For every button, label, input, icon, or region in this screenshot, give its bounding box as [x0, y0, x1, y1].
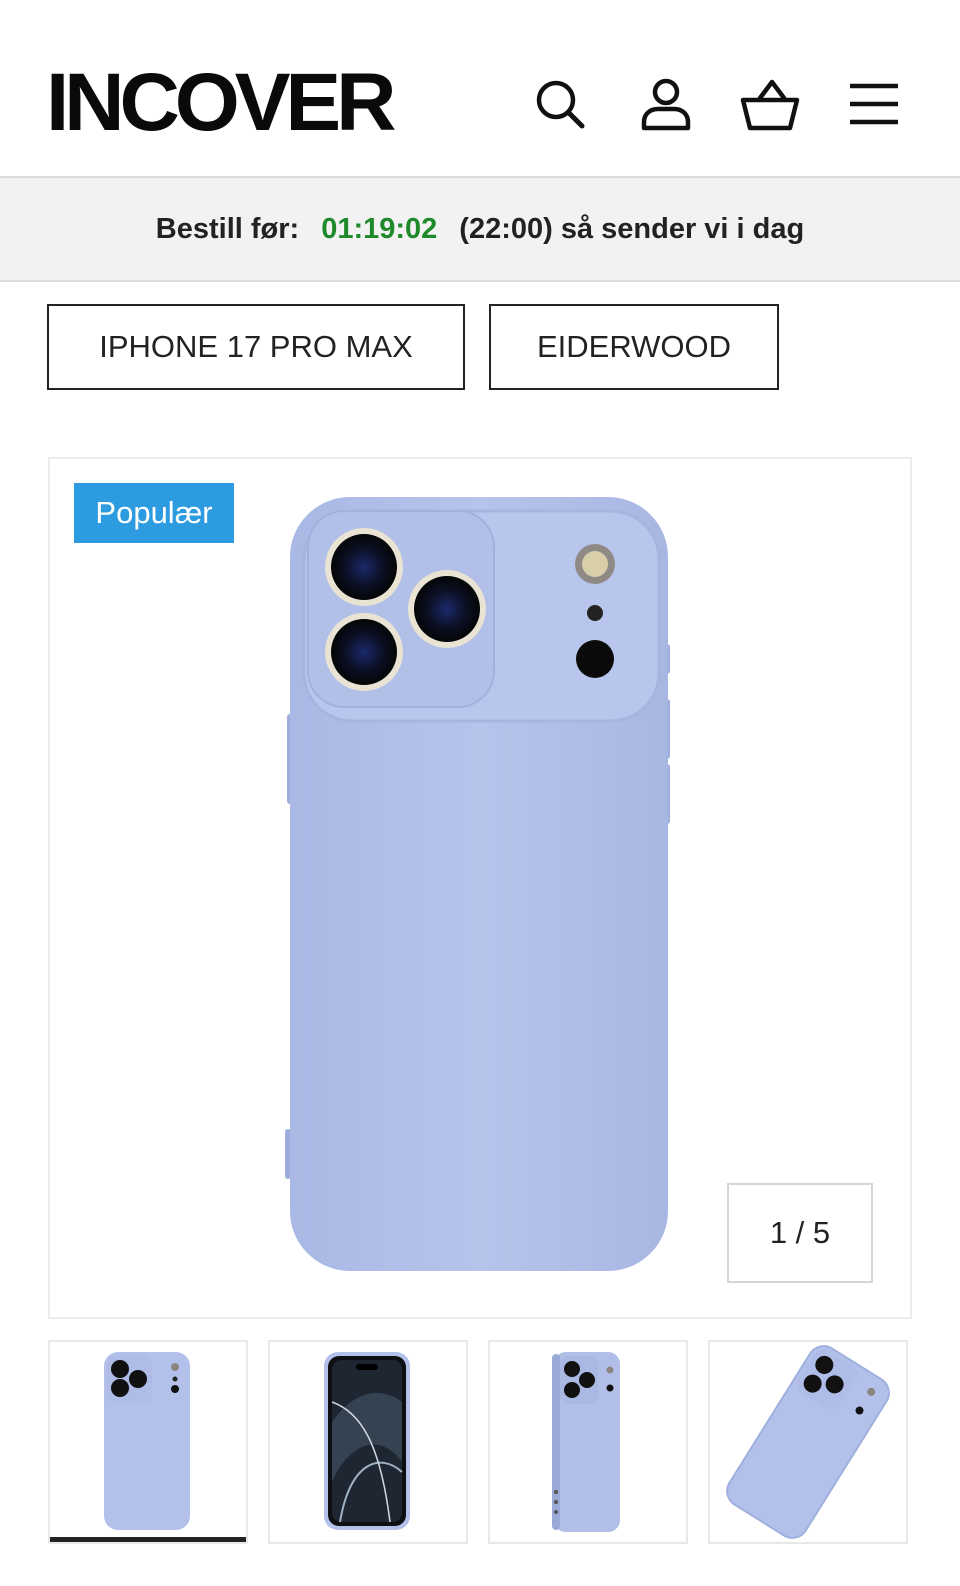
image-counter: 1 / 5: [727, 1183, 873, 1283]
banner-label: Bestill før:: [155, 212, 300, 245]
banner-suffix: (22:00) så sender vi i dag: [459, 212, 805, 245]
account-icon[interactable]: [636, 74, 696, 134]
thumbnail-front[interactable]: [268, 1340, 468, 1544]
site-logo[interactable]: INCOVER: [46, 58, 396, 148]
breadcrumb: IPHONE 17 PRO MAX EIDERWOOD: [47, 304, 779, 390]
thumbnail-back[interactable]: [48, 1340, 248, 1544]
thumbnail-side[interactable]: [488, 1340, 688, 1544]
breadcrumb-brand[interactable]: EIDERWOOD: [489, 304, 779, 390]
thumbnail-angled[interactable]: [708, 1340, 908, 1544]
breadcrumb-model[interactable]: IPHONE 17 PRO MAX: [47, 304, 465, 390]
thumbnail-strip: [48, 1340, 908, 1544]
popular-badge: Populær: [74, 483, 234, 543]
product-gallery[interactable]: Populær 1 / 5: [48, 457, 912, 1319]
site-header: INCOVER: [0, 0, 960, 176]
cart-icon[interactable]: [740, 74, 800, 134]
menu-icon[interactable]: [844, 74, 904, 134]
shipping-countdown-banner: Bestill før: 01:19:02 (22:00) så sender …: [0, 176, 960, 282]
search-icon[interactable]: [530, 74, 590, 134]
countdown-timer: 01:19:02: [321, 212, 438, 245]
